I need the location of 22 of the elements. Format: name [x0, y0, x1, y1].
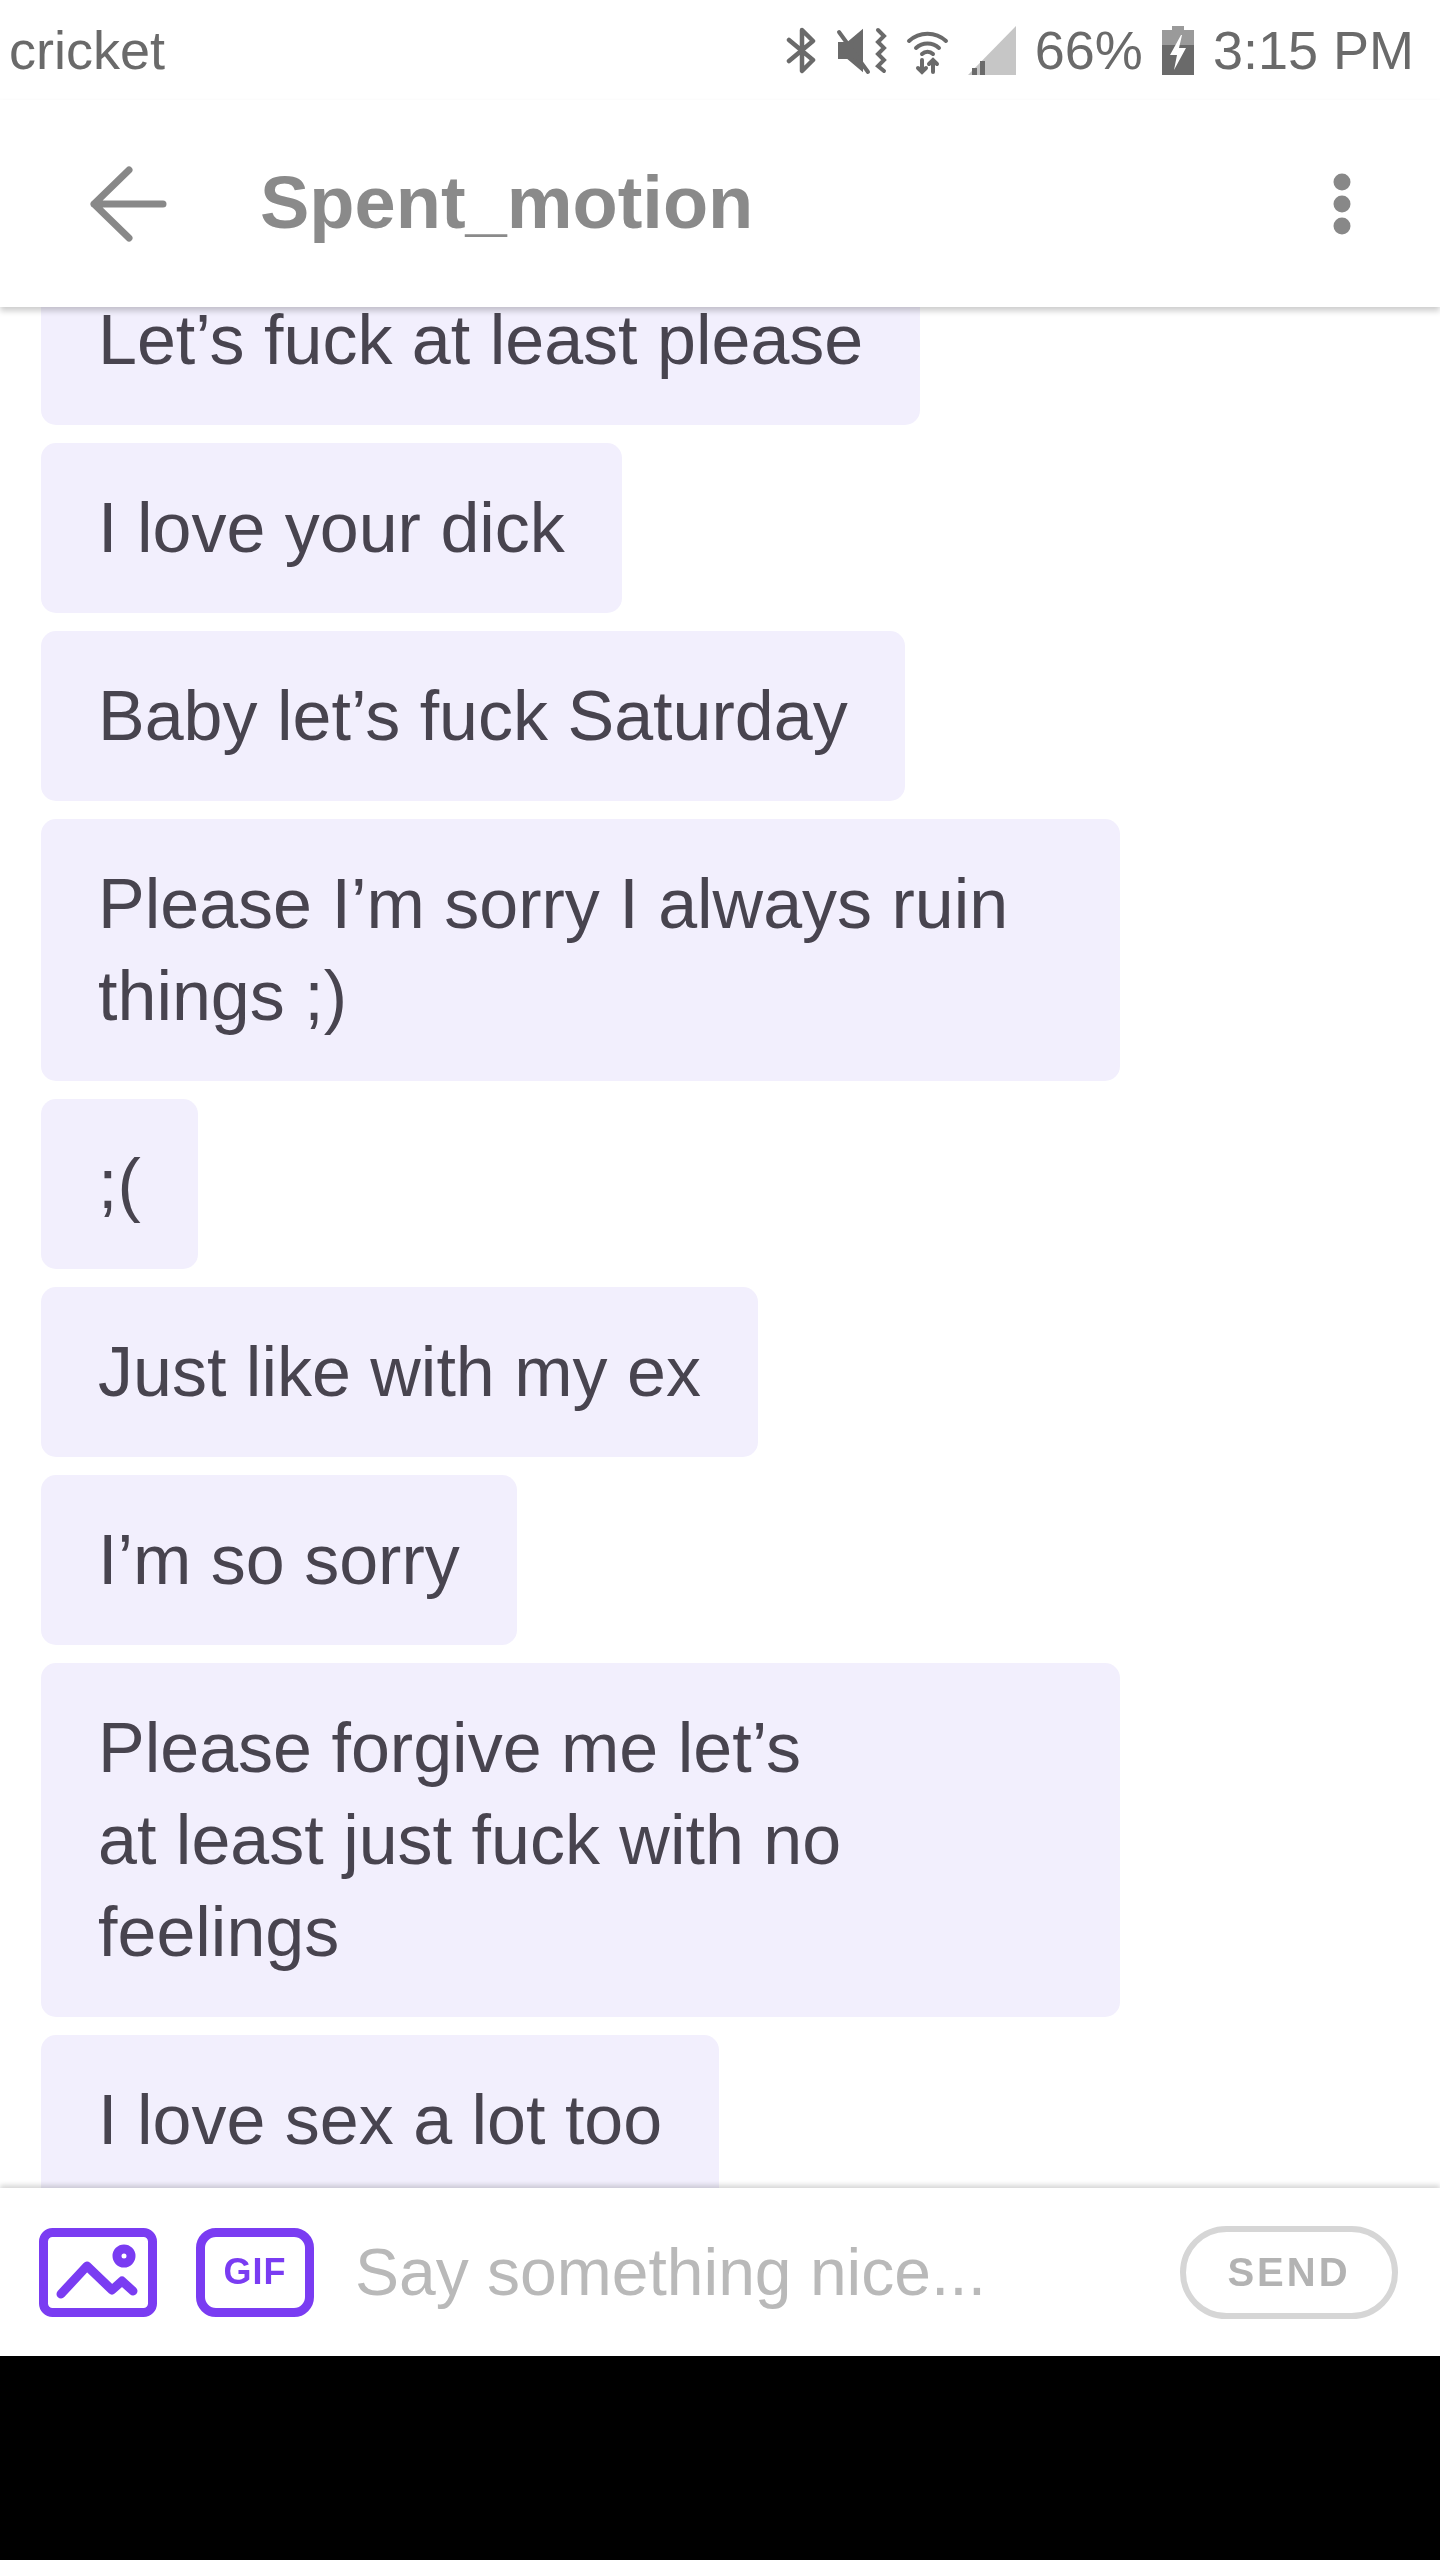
message-bubble: Just like with my ex	[41, 1287, 758, 1457]
message-bubble: Let’s fuck at least please	[41, 307, 921, 425]
gif-button[interactable]: GIF	[196, 2227, 314, 2317]
more-options-icon[interactable]	[1332, 172, 1352, 235]
message-bubble: Baby let’s fuck Saturday	[41, 631, 905, 801]
signal-icon	[967, 25, 1016, 75]
message-bubble: I love your dick	[41, 443, 622, 613]
image-icon[interactable]	[39, 2227, 157, 2317]
bluetooth-icon	[785, 25, 817, 75]
clock-time: 3:15 PM	[1212, 23, 1414, 77]
message-bubble: Please I’m sorry I always ruin things ;)	[41, 819, 1120, 1081]
conversation-title: Spent_motion	[260, 160, 755, 247]
battery-percentage: 66%	[1034, 23, 1143, 77]
message-bubble: I love sex a lot too	[41, 2035, 720, 2188]
message-bubble: ;(	[41, 1099, 198, 1269]
message-input[interactable]: Say something nice...	[355, 2224, 1160, 2320]
carrier-name: cricket	[9, 23, 165, 77]
back-arrow-icon[interactable]	[89, 164, 167, 243]
muted-vibrate-icon	[835, 25, 887, 75]
message-bubble: Please forgive me let’s at least just fuck with no feelings	[41, 1663, 1120, 2017]
battery-charging-icon	[1161, 25, 1194, 75]
message-bubble: I’m so sorry	[41, 1475, 517, 1645]
